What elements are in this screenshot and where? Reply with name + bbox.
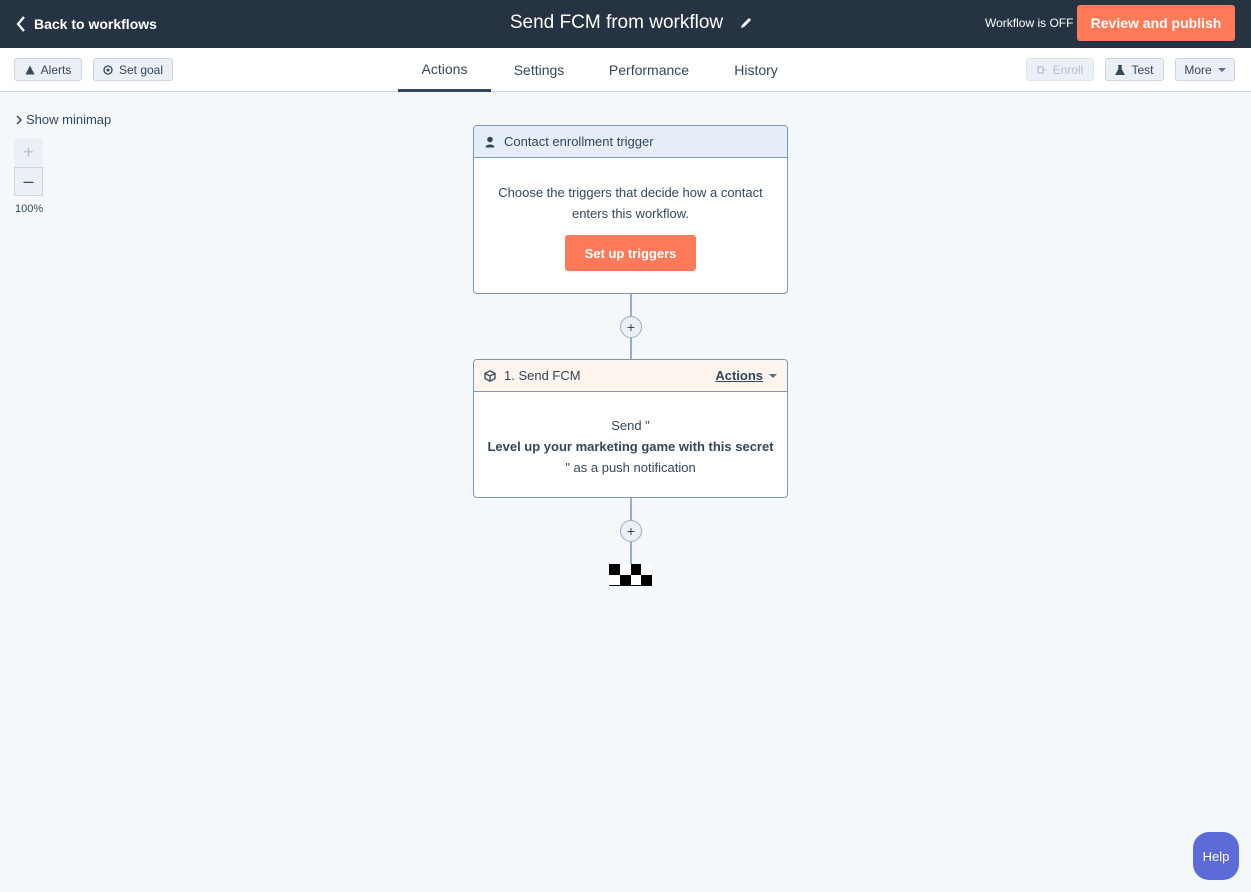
tab-settings[interactable]: Settings bbox=[498, 48, 580, 92]
target-icon bbox=[103, 64, 113, 75]
action-message-title: Level up your marketing game with this s… bbox=[487, 439, 774, 454]
show-minimap-toggle[interactable]: Show minimap bbox=[16, 112, 111, 127]
trigger-description-line2: enters this workflow. bbox=[571, 206, 690, 221]
zoom-out-button[interactable]: – bbox=[14, 167, 43, 196]
workflow-status: Workflow is OFF bbox=[985, 15, 1074, 30]
action-text-line3: " as a push notification bbox=[565, 460, 696, 475]
warning-icon bbox=[25, 65, 35, 74]
enroll-icon bbox=[1037, 65, 1046, 74]
caret-down-icon bbox=[769, 373, 777, 378]
send-fcm-action-card[interactable]: 1. Send FCM Actions Send " Level up your… bbox=[473, 359, 788, 498]
more-dropdown[interactable]: More bbox=[1175, 58, 1235, 81]
tab-performance[interactable]: Performance bbox=[600, 48, 698, 92]
set-goal-button[interactable]: Set goal bbox=[93, 58, 173, 81]
enroll-button[interactable]: Enroll bbox=[1026, 58, 1094, 81]
top-bar: Back to workflows Send FCM from workflow… bbox=[0, 0, 1251, 48]
actions-dropdown-label: Actions bbox=[715, 368, 763, 383]
caret-down-icon bbox=[1217, 67, 1226, 72]
action-card-body: Send " Level up your marketing game with… bbox=[474, 392, 787, 478]
enroll-label: Enroll bbox=[1052, 62, 1084, 77]
test-button[interactable]: Test bbox=[1105, 58, 1164, 81]
review-and-publish-button[interactable]: Review and publish bbox=[1077, 5, 1235, 41]
alerts-button[interactable]: Alerts bbox=[14, 58, 82, 81]
add-action-button[interactable]: + bbox=[620, 520, 642, 542]
minimap-label: Show minimap bbox=[26, 112, 112, 127]
action-card-title-group: 1. Send FCM bbox=[484, 368, 581, 383]
zoom-in-button[interactable]: + bbox=[14, 138, 43, 167]
tab-history[interactable]: History bbox=[723, 48, 789, 92]
action-text-line1: Send " bbox=[611, 418, 650, 433]
add-action-button[interactable]: + bbox=[620, 316, 642, 338]
contact-icon bbox=[485, 136, 495, 147]
actions-dropdown[interactable]: Actions bbox=[715, 368, 777, 383]
pencil-icon[interactable] bbox=[739, 16, 753, 30]
chevron-right-icon bbox=[16, 114, 22, 125]
action-card-header: 1. Send FCM Actions bbox=[474, 360, 787, 392]
trigger-card-header: Contact enrollment trigger bbox=[474, 126, 787, 158]
workflow-end-flag-icon bbox=[609, 564, 652, 586]
tab-actions[interactable]: Actions bbox=[398, 48, 491, 92]
flask-icon bbox=[1115, 64, 1126, 75]
zoom-level: 100% bbox=[15, 203, 44, 215]
trigger-card-title: Contact enrollment trigger bbox=[504, 134, 654, 149]
help-button[interactable]: Help bbox=[1193, 832, 1239, 880]
alerts-label: Alerts bbox=[40, 62, 72, 77]
test-label: Test bbox=[1131, 62, 1154, 77]
trigger-card-body: Choose the triggers that decide how a co… bbox=[474, 158, 787, 271]
set-up-triggers-button[interactable]: Set up triggers bbox=[565, 235, 696, 271]
set-goal-label: Set goal bbox=[118, 62, 164, 77]
trigger-description-line1: Choose the triggers that decide how a co… bbox=[498, 185, 763, 200]
enrollment-trigger-card[interactable]: Contact enrollment trigger Choose the tr… bbox=[473, 125, 788, 294]
action-card-title: 1. Send FCM bbox=[504, 368, 581, 383]
more-label: More bbox=[1184, 62, 1212, 77]
sub-toolbar: Alerts Set goal Actions Settings Perform… bbox=[0, 48, 1251, 92]
cube-icon bbox=[484, 369, 496, 382]
workflow-title[interactable]: Send FCM from workflow bbox=[498, 12, 723, 34]
